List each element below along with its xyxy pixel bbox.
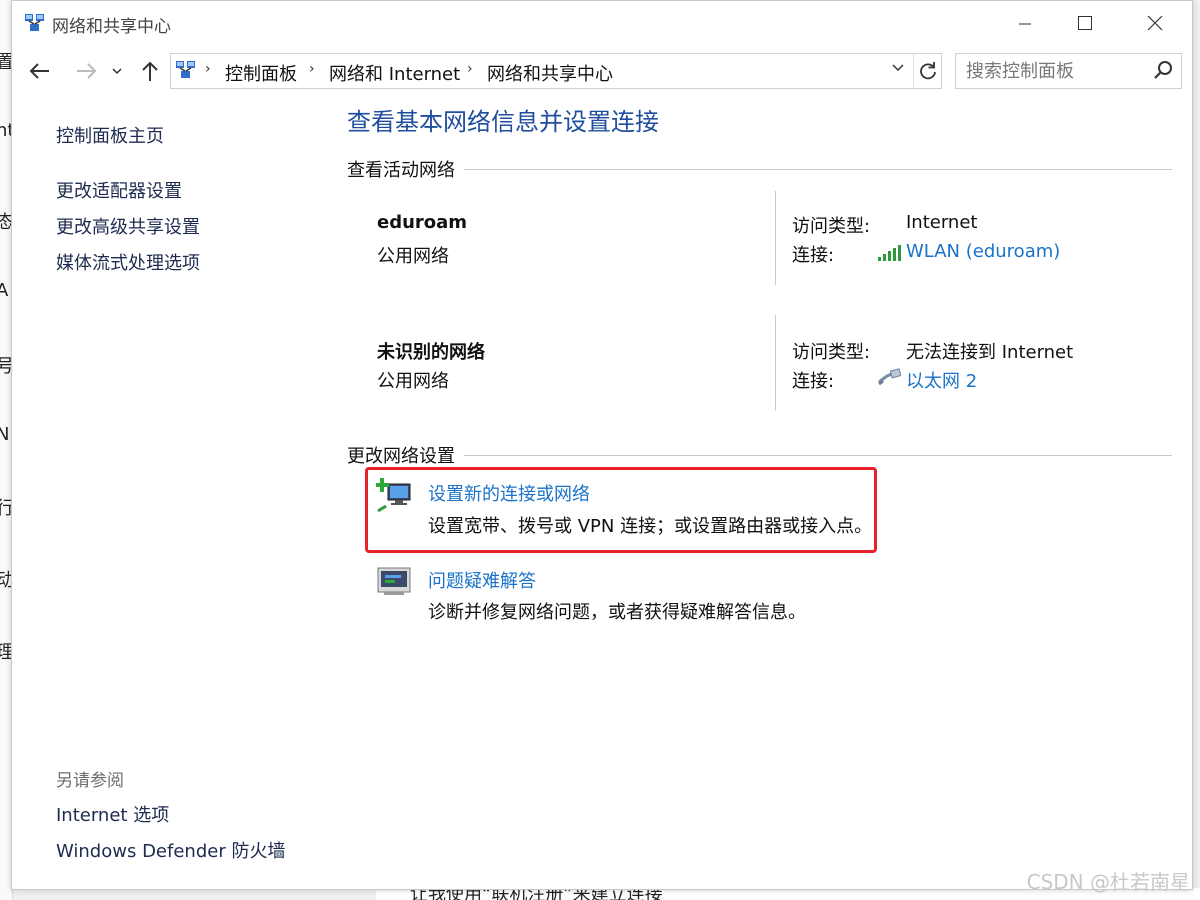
search-input[interactable] <box>964 58 1148 84</box>
access-type-value: 无法连接到 Internet <box>906 342 1074 363</box>
bg-fragment: N <box>0 424 10 445</box>
connection-link-wlan[interactable]: WLAN (eduroam) <box>906 241 1060 262</box>
connections-label: 连接: <box>792 371 835 392</box>
up-button[interactable] <box>136 57 164 85</box>
troubleshoot-icon <box>377 567 411 595</box>
control-panel-icon <box>176 61 195 78</box>
vertical-divider <box>775 191 776 285</box>
network-category[interactable]: 公用网络 <box>377 367 449 393</box>
refresh-icon <box>920 62 936 80</box>
network-sharing-center-window: 网络和共享中心 › 控制面板 › 网络和 Internet › 网络和共享中心 … <box>11 0 1193 890</box>
close-icon <box>1147 15 1163 31</box>
ethernet-cable-icon <box>878 368 901 386</box>
breadcrumb-network-internet[interactable]: 网络和 Internet <box>329 60 460 86</box>
minimize-icon <box>1019 23 1031 25</box>
network-center-icon <box>25 14 44 31</box>
sidebar-windows-defender-firewall[interactable]: Windows Defender 防火墙 <box>56 837 285 863</box>
address-dropdown-button[interactable] <box>891 62 905 78</box>
task-description: 设置宽带、拨号或 VPN 连接；或设置路由器或接入点。 <box>428 516 873 537</box>
maximize-button[interactable] <box>1062 1 1108 45</box>
search-box[interactable] <box>955 53 1182 89</box>
breadcrumb-control-panel[interactable]: 控制面板 <box>225 60 297 86</box>
chevron-right-icon: › <box>309 61 315 77</box>
recent-locations-button[interactable] <box>108 57 126 85</box>
network-name: 未识别的网络 <box>377 342 485 363</box>
breadcrumb-network-sharing-center[interactable]: 网络和共享中心 <box>487 60 613 86</box>
sidebar-media-streaming-options[interactable]: 媒体流式处理选项 <box>56 249 200 275</box>
watermark: CSDN @杜若南星 <box>1026 870 1190 894</box>
active-networks-header: 查看活动网络 <box>347 160 455 181</box>
up-arrow-icon <box>142 61 158 81</box>
task-title-link[interactable]: 设置新的连接或网络 <box>428 480 590 506</box>
chevron-down-icon <box>112 68 122 75</box>
forward-button[interactable] <box>72 57 100 85</box>
back-button[interactable] <box>26 57 54 85</box>
minimize-button[interactable] <box>1002 1 1048 45</box>
chevron-down-icon <box>892 64 904 72</box>
forward-arrow-icon <box>77 63 97 79</box>
chevron-right-icon: › <box>205 61 211 77</box>
vertical-divider <box>775 315 776 411</box>
page-title: 查看基本网络信息并设置连接 <box>347 108 659 136</box>
access-type-label: 访问类型: <box>792 216 871 237</box>
address-bar[interactable]: › 控制面板 › 网络和 Internet › 网络和共享中心 <box>170 53 942 89</box>
new-connection-icon <box>376 478 411 512</box>
network-name: eduroam <box>377 212 468 233</box>
back-arrow-icon <box>29 63 49 79</box>
search-icon[interactable] <box>1153 60 1173 80</box>
sidebar-change-adapter-settings[interactable]: 更改适配器设置 <box>56 177 182 203</box>
access-type-value: Internet <box>906 212 978 233</box>
chevron-right-icon: › <box>467 61 473 77</box>
navigation-bar: › 控制面板 › 网络和 Internet › 网络和共享中心 <box>12 49 1192 93</box>
see-also-heading: 另请参阅 <box>56 771 124 791</box>
access-type-label: 访问类型: <box>792 342 871 363</box>
wifi-signal-icon <box>878 245 901 261</box>
sidebar-change-advanced-sharing[interactable]: 更改高级共享设置 <box>56 213 200 239</box>
connections-label: 连接: <box>792 245 835 266</box>
title-bar[interactable]: 网络和共享中心 <box>12 1 1192 45</box>
maximize-icon <box>1078 16 1092 30</box>
refresh-button[interactable] <box>913 54 942 88</box>
task-description: 诊断并修复网络问题，或者获得疑难解答信息。 <box>428 602 806 623</box>
task-title-link[interactable]: 问题疑难解答 <box>428 567 536 593</box>
sidebar-internet-options[interactable]: Internet 选项 <box>56 801 169 827</box>
change-network-settings-header: 更改网络设置 <box>347 446 455 467</box>
bg-fragment: A <box>0 280 9 301</box>
connection-link-ethernet[interactable]: 以太网 2 <box>906 367 977 393</box>
window-title: 网络和共享中心 <box>52 17 171 37</box>
close-button[interactable] <box>1132 1 1178 45</box>
sidebar-control-panel-home[interactable]: 控制面板主页 <box>56 122 164 148</box>
section-divider <box>464 169 1172 170</box>
network-category[interactable]: 公用网络 <box>377 242 449 268</box>
section-divider <box>464 455 1172 456</box>
